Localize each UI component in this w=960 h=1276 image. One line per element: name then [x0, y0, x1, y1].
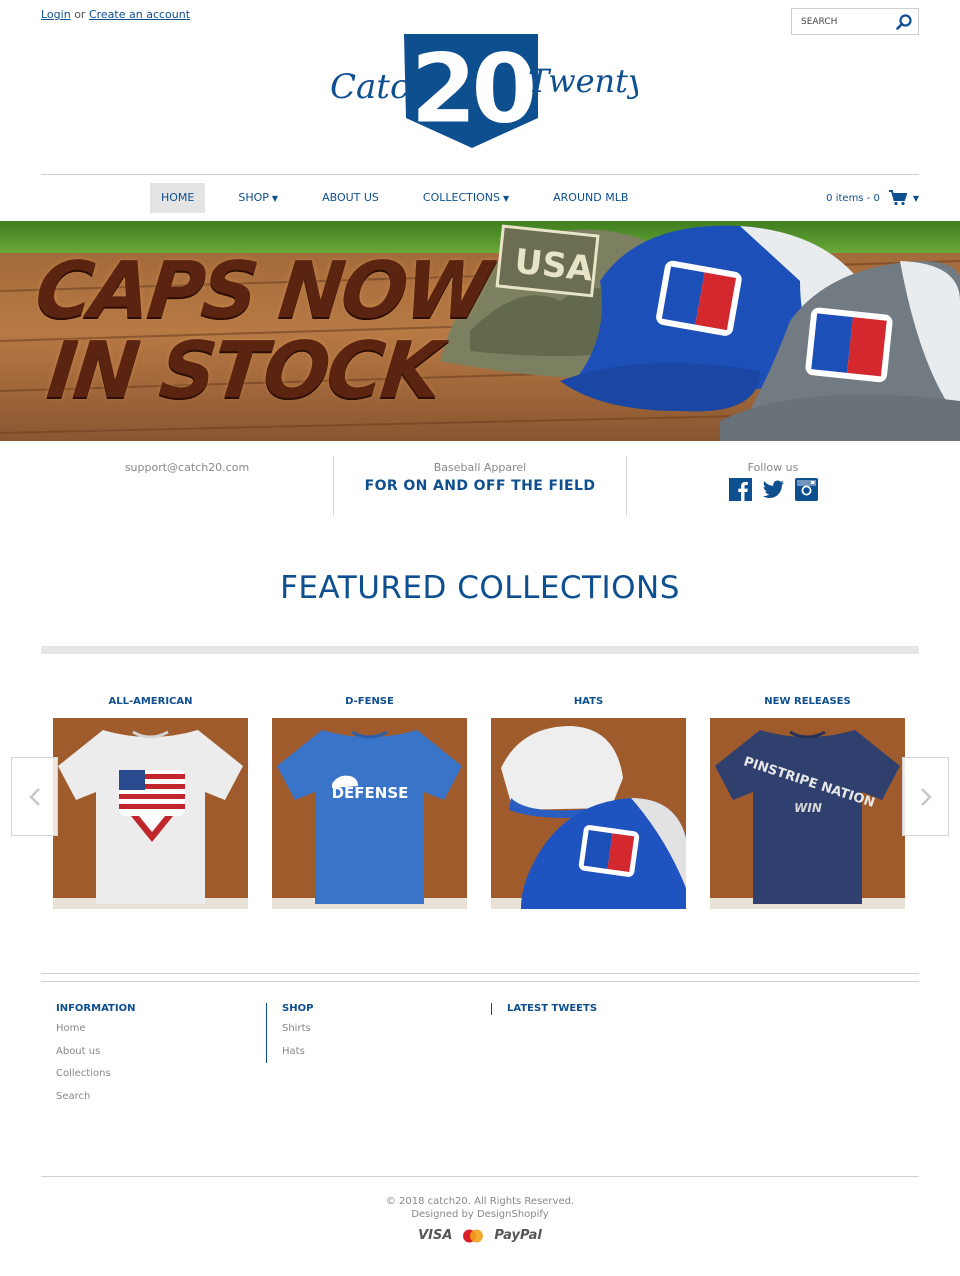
- footer-bottom-divider: [41, 1176, 919, 1177]
- chevron-down-icon: ▼: [271, 194, 279, 203]
- instagram-icon[interactable]: [794, 478, 818, 501]
- cart-button[interactable]: 0 items - 0 ▼: [826, 188, 919, 208]
- tagline-big: FOR ON AND OFF THE FIELD: [364, 478, 596, 494]
- footer-tweets: LATEST TWEETS: [491, 1003, 597, 1015]
- nav-about-us[interactable]: ABOUT US: [311, 183, 390, 213]
- create-account-link[interactable]: Create an account: [89, 8, 190, 21]
- collection-card-hats[interactable]: HATS: [491, 693, 686, 909]
- collection-title[interactable]: D-FENSE: [272, 693, 467, 718]
- facebook-icon[interactable]: [728, 478, 752, 501]
- follow-label: Follow us: [747, 461, 799, 474]
- chevron-down-icon: ▼: [912, 193, 919, 203]
- footer-link-search[interactable]: Search: [56, 1091, 135, 1114]
- info-strip: support@catch20.com Baseball Apparel FOR…: [41, 456, 919, 516]
- banner-headline: CAPS NOW IN STOCK: [24, 246, 493, 416]
- collection-title[interactable]: ALL-AMERICAN: [53, 693, 248, 718]
- search-icon[interactable]: [895, 13, 913, 31]
- banner-hat-patch: USA: [513, 242, 596, 290]
- tagline-column: Baseball Apparel FOR ON AND OFF THE FIEL…: [333, 456, 626, 516]
- collections-carousel: ALL-AMERICAN D-FENSE DEFENSE HATS NEW RE…: [53, 693, 905, 909]
- d-fense-shirt-text: DEFENSE: [332, 784, 409, 802]
- nav-home-label: HOME: [161, 191, 195, 204]
- collection-card-all-american[interactable]: ALL-AMERICAN: [53, 693, 248, 909]
- paypal-icon: PayPal: [494, 1228, 542, 1243]
- nav-divider: [41, 174, 919, 175]
- nav-home[interactable]: HOME: [150, 183, 206, 213]
- tagline-small: Baseball Apparel: [433, 461, 527, 474]
- cart-label: 0 items - 0: [826, 192, 880, 204]
- search-box: [791, 8, 919, 35]
- footer-divider: [41, 973, 919, 974]
- d-fense-shirt-image[interactable]: DEFENSE: [272, 718, 467, 909]
- all-american-shirt-image[interactable]: [53, 718, 248, 909]
- logo-script-left: Catch: [330, 67, 431, 107]
- hero-banner[interactable]: USA CAPS NOW IN STOCK: [0, 221, 960, 441]
- account-links: Login or Create an account: [41, 8, 190, 21]
- site-logo[interactable]: 20 Catch Twenty: [322, 30, 647, 152]
- cart-icon: [888, 190, 907, 206]
- contact-column: support@catch20.com: [41, 456, 333, 516]
- hats-image[interactable]: [491, 718, 686, 909]
- footer-link-shirts[interactable]: Shirts: [282, 1023, 313, 1046]
- nav-collections[interactable]: COLLECTIONS ▼: [412, 183, 520, 213]
- footer-information-heading: INFORMATION: [56, 1003, 136, 1014]
- new-releases-shirt-image[interactable]: PINSTRIPE NATION WIN: [710, 718, 905, 909]
- social-column: Follow us: [626, 456, 919, 516]
- banner-line-1: CAPS NOW: [31, 246, 493, 336]
- footer-shop-heading: SHOP: [282, 1003, 314, 1014]
- footer-information: INFORMATION Home About us Collections Se…: [56, 1003, 135, 1113]
- copyright-block: © 2018 catch20. All Rights Reserved. Des…: [0, 1195, 960, 1221]
- footer-link-home[interactable]: Home: [56, 1023, 135, 1046]
- footer-link-hats[interactable]: Hats: [282, 1046, 313, 1069]
- nav-shop-label: SHOP: [238, 191, 269, 204]
- nav-around-mlb[interactable]: AROUND MLB: [542, 183, 639, 213]
- collection-card-d-fense[interactable]: D-FENSE DEFENSE: [272, 693, 467, 909]
- footer-link-collections[interactable]: Collections: [56, 1068, 135, 1091]
- or-text: or: [74, 8, 86, 21]
- support-email[interactable]: support@catch20.com: [125, 461, 249, 474]
- main-nav: HOME SHOP ▼ ABOUT US COLLECTIONS ▼ AROUND …: [150, 183, 661, 213]
- search-input[interactable]: [792, 9, 892, 35]
- banner-line-2: IN STOCK: [43, 326, 444, 416]
- visa-icon: VISA: [418, 1228, 453, 1243]
- featured-collections-heading: FEATURED COLLECTIONS: [280, 570, 680, 606]
- collection-card-new-releases[interactable]: NEW RELEASES PINSTRIPE NATION WIN: [710, 693, 905, 909]
- copyright-text: © 2018 catch20. All Rights Reserved.: [385, 1196, 575, 1207]
- twitter-icon[interactable]: [762, 478, 785, 501]
- carousel-next-button[interactable]: [902, 757, 949, 836]
- footer-link-about-us[interactable]: About us: [56, 1046, 135, 1069]
- social-icons: [627, 478, 919, 501]
- footer-divider: [41, 981, 919, 982]
- collection-title[interactable]: HATS: [491, 693, 686, 718]
- nav-around-mlb-label: AROUND MLB: [553, 191, 629, 204]
- designed-by-text: Designed by DesignShopify: [411, 1209, 549, 1220]
- mastercard-icon: [463, 1229, 484, 1242]
- chevron-down-icon: ▼: [502, 194, 510, 203]
- featured-divider: [41, 646, 919, 654]
- nav-shop[interactable]: SHOP ▼: [227, 183, 289, 213]
- collection-title[interactable]: NEW RELEASES: [710, 693, 905, 718]
- nav-collections-label: COLLECTIONS: [422, 191, 500, 204]
- chevron-left-icon: [28, 787, 40, 806]
- logo-script-right: Twenty: [528, 62, 638, 100]
- carousel-prev-button[interactable]: [11, 757, 58, 836]
- payment-icons: VISA PayPal: [0, 1228, 960, 1243]
- footer-shop: SHOP Shirts Hats: [266, 1003, 313, 1063]
- new-releases-shirt-subtext: WIN: [794, 801, 822, 815]
- footer-tweets-heading: LATEST TWEETS: [507, 1003, 598, 1014]
- nav-about-label: ABOUT US: [322, 191, 379, 204]
- chevron-right-icon: [920, 787, 932, 806]
- login-link[interactable]: Login: [41, 8, 71, 21]
